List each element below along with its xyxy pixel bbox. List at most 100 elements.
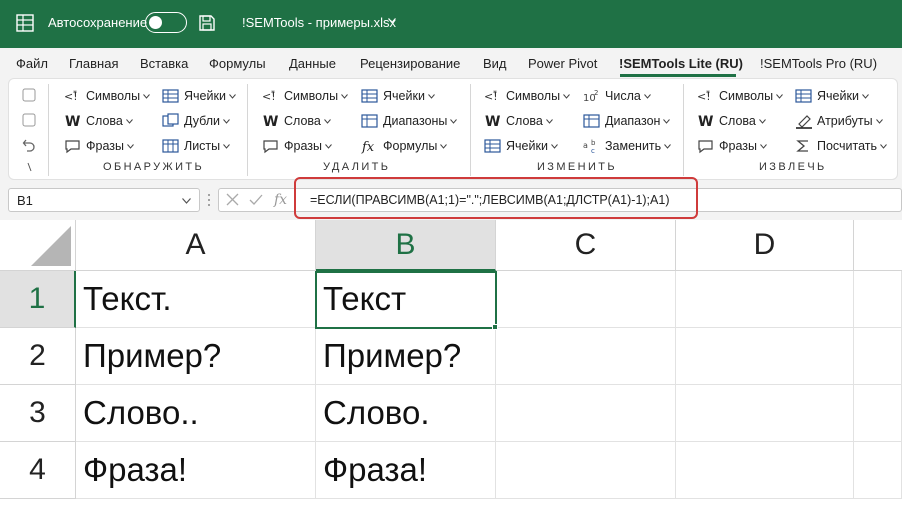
insert-function-icon[interactable]: fx: [274, 192, 287, 208]
tab-review[interactable]: Рецензирование: [360, 56, 460, 71]
row-header-2[interactable]: 2: [0, 328, 76, 385]
chevron-down-icon: [664, 143, 672, 149]
replace-button[interactable]: bca Заменить: [583, 137, 672, 155]
extract-cells-button[interactable]: Ячейки: [795, 87, 869, 105]
tab-home[interactable]: Главная: [69, 56, 118, 71]
change-symbols-button[interactable]: <! * Символы: [484, 87, 570, 105]
remove-phrases-button[interactable]: Фразы: [262, 137, 332, 155]
cells-icon: [162, 89, 179, 103]
count-button[interactable]: Посчитать: [795, 137, 887, 155]
column-header-c[interactable]: C: [496, 220, 676, 271]
row-header-3[interactable]: 3: [0, 385, 76, 442]
column-header-a[interactable]: A: [76, 220, 316, 271]
extract-attributes-button[interactable]: Атрибуты: [795, 112, 883, 130]
cell-c1[interactable]: [496, 271, 676, 328]
cell-d1[interactable]: [676, 271, 854, 328]
change-cells-button[interactable]: Ячейки: [484, 137, 558, 155]
cell-a3[interactable]: Слово..: [76, 385, 316, 442]
chevron-down-icon: [428, 93, 435, 99]
svg-text:b: b: [591, 139, 596, 147]
tab-semtools-lite[interactable]: !SEMTools Lite (RU): [619, 56, 743, 71]
save-icon[interactable]: [198, 14, 216, 32]
select-all-corner[interactable]: [0, 220, 76, 271]
name-box-value: B1: [17, 193, 33, 208]
cell-e3[interactable]: [854, 385, 902, 442]
change-numbers-button[interactable]: 10 2 Числа: [583, 87, 651, 105]
tab-semtools-pro[interactable]: !SEMTools Pro (RU): [760, 56, 877, 71]
name-box[interactable]: B1: [8, 188, 200, 212]
detect-duplicates-button[interactable]: Дубли: [162, 112, 230, 130]
chevron-down-icon[interactable]: [182, 198, 191, 204]
button-label: Символы: [506, 89, 561, 103]
fill-handle[interactable]: [492, 324, 498, 330]
column-header-d[interactable]: D: [676, 220, 854, 271]
cell-c2[interactable]: [496, 328, 676, 385]
group-label-remove: УДАЛИТЬ: [323, 161, 391, 173]
cell-d3[interactable]: [676, 385, 854, 442]
extract-words-button[interactable]: W Слова: [697, 112, 766, 130]
column-header-e[interactable]: [854, 220, 902, 271]
symbols-icon: <!*: [262, 89, 276, 103]
cell-b2[interactable]: Пример?: [316, 328, 496, 385]
detect-cells-button[interactable]: Ячейки: [162, 87, 236, 105]
tab-formulas[interactable]: Формулы: [209, 56, 266, 71]
undo-icon[interactable]: [22, 138, 36, 152]
formula-text[interactable]: =ЕСЛИ(ПРАВСИМВ(A1;1)=".";ЛЕВСИМВ(A1;ДЛСТ…: [310, 193, 670, 207]
chevron-down-icon: [323, 118, 331, 124]
button-label: Символы: [86, 89, 141, 103]
cell-b4[interactable]: Фраза!: [316, 442, 496, 499]
detect-words-button[interactable]: W Слова: [64, 112, 133, 130]
cell-a1[interactable]: Текст.: [76, 271, 316, 328]
tab-insert[interactable]: Вставка: [140, 56, 188, 71]
symbols-icon: <!*: [697, 89, 711, 103]
detect-symbols-button[interactable]: <! * Символы: [64, 87, 150, 105]
tab-power-pivot[interactable]: Power Pivot: [528, 56, 597, 71]
check-icon[interactable]: [249, 193, 263, 206]
column-header-b[interactable]: B: [316, 220, 496, 271]
remove-ranges-button[interactable]: Диапазоны: [361, 112, 458, 130]
checkbox-icon[interactable]: [22, 113, 36, 127]
extract-phrases-button[interactable]: Фразы: [697, 137, 767, 155]
detect-phrases-button[interactable]: Фразы: [64, 137, 134, 155]
cell-a2[interactable]: Пример?: [76, 328, 316, 385]
chevron-down-icon: [880, 143, 887, 149]
cell-d4[interactable]: [676, 442, 854, 499]
remove-cells-button[interactable]: Ячейки: [361, 87, 435, 105]
tab-file[interactable]: Файл: [16, 56, 48, 71]
extract-symbols-button[interactable]: <! * Символы: [697, 87, 783, 105]
chevron-down-icon: [223, 118, 230, 124]
change-words-button[interactable]: W Слова: [484, 112, 553, 130]
ribbon-separator: [247, 84, 248, 176]
cell-e2[interactable]: [854, 328, 902, 385]
remove-words-button[interactable]: W Слова: [262, 112, 331, 130]
tab-data[interactable]: Данные: [289, 56, 336, 71]
remove-formulas-button[interactable]: fx Формулы: [361, 137, 448, 155]
chevron-down-icon[interactable]: [388, 18, 396, 24]
button-label: Слова: [719, 114, 756, 128]
cancel-icon[interactable]: [226, 193, 239, 206]
excel-app-icon: [16, 14, 34, 32]
file-name[interactable]: !SEMTools - примеры.xlsx: [242, 15, 396, 30]
button-label: Дубли: [184, 114, 221, 128]
cell-b3[interactable]: Слово.: [316, 385, 496, 442]
autosave-toggle[interactable]: [145, 12, 187, 33]
row-header-1[interactable]: 1: [0, 271, 76, 328]
remove-symbols-button[interactable]: <! * Символы: [262, 87, 348, 105]
duplicates-icon: [162, 113, 179, 127]
change-range-button[interactable]: Диапазон: [583, 112, 671, 130]
cells-icon: [484, 139, 501, 153]
tab-view[interactable]: Вид: [483, 56, 507, 71]
button-label: Диапазоны: [383, 114, 448, 128]
cell-c4[interactable]: [496, 442, 676, 499]
button-label: Ячейки: [383, 89, 425, 103]
cell-e4[interactable]: [854, 442, 902, 499]
chevron-down-icon: [125, 118, 133, 124]
row-header-4[interactable]: 4: [0, 442, 76, 499]
cell-e1[interactable]: [854, 271, 902, 328]
cell-d2[interactable]: [676, 328, 854, 385]
checkbox-icon[interactable]: [22, 88, 36, 102]
cell-c3[interactable]: [496, 385, 676, 442]
cell-a4[interactable]: Фраза!: [76, 442, 316, 499]
svg-text:*: *: [271, 89, 275, 98]
detect-sheets-button[interactable]: Листы: [162, 137, 231, 155]
